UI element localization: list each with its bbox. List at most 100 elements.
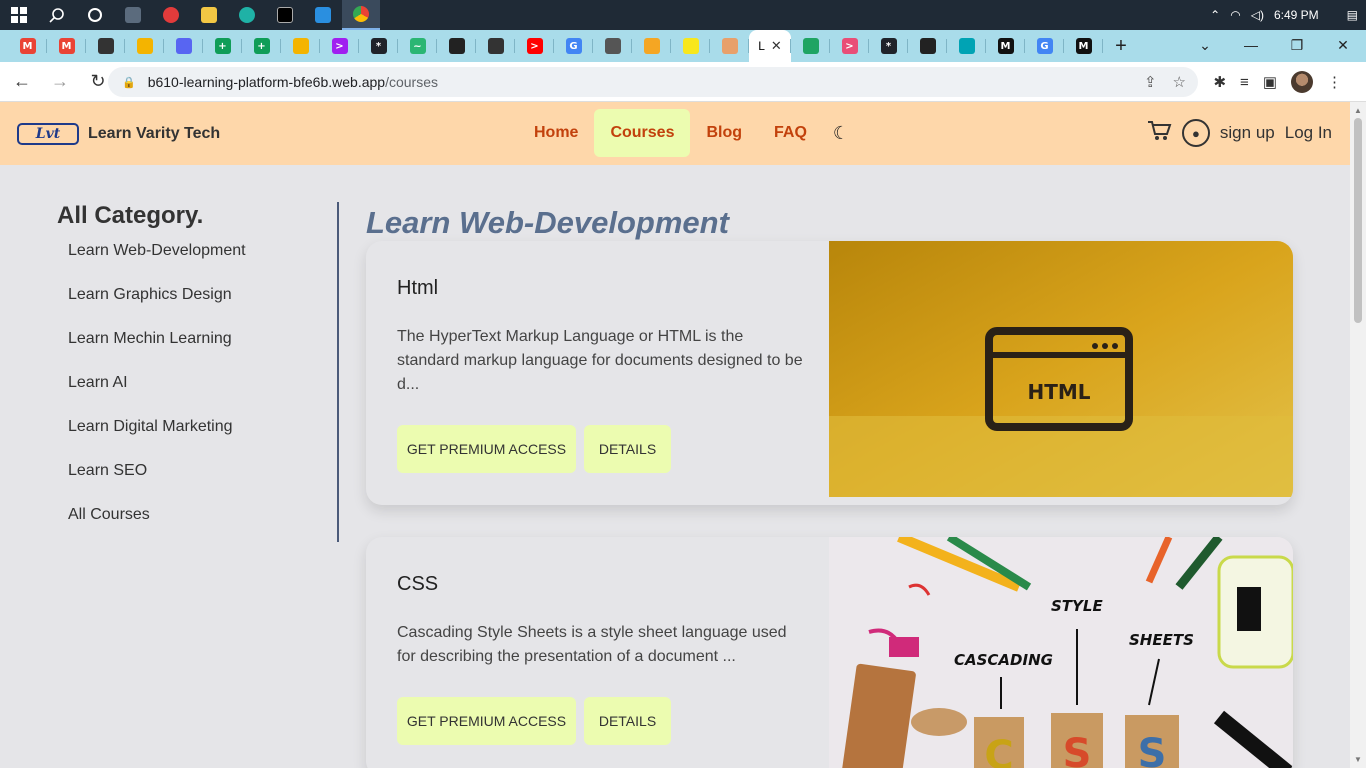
search-icon[interactable]: [38, 0, 76, 30]
windows-taskbar: ⌃ ◠ ◁) 6:49 PM ▤: [0, 0, 1366, 30]
terminal-icon[interactable]: [266, 0, 304, 30]
minimize-button[interactable]: —: [1228, 30, 1274, 60]
browser-tab[interactable]: [671, 30, 710, 62]
browser-tab[interactable]: M: [8, 30, 47, 62]
nav-blog-link[interactable]: Blog: [690, 109, 758, 157]
edge-icon[interactable]: [228, 0, 266, 30]
browser-tab[interactable]: G: [1025, 30, 1064, 62]
reading-list-icon[interactable]: ≡: [1240, 74, 1249, 91]
browser-tab[interactable]: [908, 30, 947, 62]
get-premium-access-button[interactable]: Get Premium Access: [397, 425, 576, 473]
brand-icon: [721, 38, 738, 54]
browser-tab[interactable]: G: [554, 30, 593, 62]
browser-tab[interactable]: +: [203, 30, 242, 62]
back-icon[interactable]: ←: [6, 66, 38, 98]
login-link[interactable]: Log In: [1285, 123, 1332, 143]
windows-start-icon[interactable]: [0, 0, 38, 30]
new-tab-button[interactable]: +: [1103, 30, 1139, 62]
cart-icon[interactable]: [1146, 118, 1172, 148]
section-title: Learn Web-Development: [366, 205, 729, 240]
profile-avatar[interactable]: [1291, 71, 1313, 93]
browser-tab[interactable]: [86, 30, 125, 62]
browser-tab[interactable]: *: [359, 30, 398, 62]
discord-icon: [175, 38, 192, 54]
bookmark-star-icon[interactable]: ☆: [1173, 73, 1186, 91]
browser-tab[interactable]: [947, 30, 986, 62]
extensions-icon[interactable]: ✱: [1213, 73, 1226, 91]
chrome-icon[interactable]: [342, 0, 380, 30]
category-ai[interactable]: Learn AI: [68, 372, 337, 416]
github-icon: [487, 38, 504, 54]
browser-tab[interactable]: [593, 30, 632, 62]
browser-tab-active[interactable]: L ✕: [749, 30, 791, 62]
medium-icon: M: [1075, 38, 1092, 54]
nav-faq-link[interactable]: FAQ: [758, 109, 823, 157]
file-explorer-icon[interactable]: [190, 0, 228, 30]
nav-courses-link[interactable]: Courses: [594, 109, 691, 157]
close-window-button[interactable]: ✕: [1320, 30, 1366, 60]
chevron-up-icon[interactable]: ⌃: [1210, 8, 1220, 22]
brand-name[interactable]: Learn Varity Tech: [88, 125, 220, 143]
menu-icon[interactable]: ⋮: [1327, 73, 1342, 91]
browser-tab[interactable]: ~: [398, 30, 437, 62]
browser-tab[interactable]: M: [1064, 30, 1103, 62]
category-digital-marketing[interactable]: Learn Digital Marketing: [68, 416, 337, 460]
category-graphics-design[interactable]: Learn Graphics Design: [68, 284, 337, 328]
browser-tab[interactable]: M: [986, 30, 1025, 62]
user-icon[interactable]: ●: [1181, 119, 1210, 147]
details-button[interactable]: Details: [584, 697, 671, 745]
wifi-icon[interactable]: ◠: [1230, 8, 1240, 22]
media-player-icon[interactable]: [152, 0, 190, 30]
dark-mode-toggle-icon[interactable]: ☾: [833, 123, 849, 144]
browser-tab[interactable]: [437, 30, 476, 62]
youtube-icon: >: [526, 38, 543, 54]
browser-tab[interactable]: [791, 30, 830, 62]
google-icon: G: [1036, 38, 1053, 54]
slides-icon: [292, 38, 309, 54]
scroll-up-icon[interactable]: ▲: [1354, 106, 1362, 115]
vscode-icon[interactable]: [304, 0, 342, 30]
category-web-development[interactable]: Learn Web-Development: [68, 240, 337, 284]
calculator-icon[interactable]: [114, 0, 152, 30]
signup-link[interactable]: sign up: [1220, 123, 1275, 143]
side-panel-icon[interactable]: ▣: [1263, 73, 1277, 91]
page-scrollbar[interactable]: ▲ ▼: [1350, 102, 1366, 768]
browser-tab[interactable]: >: [320, 30, 359, 62]
nav-home-link[interactable]: Home: [518, 109, 594, 157]
site-logo[interactable]: Lvt: [17, 123, 79, 145]
browser-tab[interactable]: *: [869, 30, 908, 62]
browser-tab[interactable]: [281, 30, 320, 62]
volume-icon[interactable]: ◁): [1251, 8, 1264, 22]
gmail-icon: M: [19, 38, 36, 54]
tab-search-icon[interactable]: ⌄: [1182, 30, 1228, 60]
gmail-icon: M: [58, 38, 75, 54]
browser-tab[interactable]: [632, 30, 671, 62]
lock-icon[interactable]: 🔒: [122, 76, 136, 89]
browser-tab[interactable]: [164, 30, 203, 62]
scroll-down-icon[interactable]: ▼: [1354, 755, 1362, 764]
category-all-courses[interactable]: All Courses: [68, 504, 337, 548]
browser-tab[interactable]: >: [515, 30, 554, 62]
browser-tab[interactable]: M: [47, 30, 86, 62]
url-domain: b610-learning-platform-bfe6b.web.app: [147, 74, 386, 90]
browser-tab[interactable]: [710, 30, 749, 62]
close-tab-icon[interactable]: ✕: [771, 38, 782, 54]
cortana-icon[interactable]: [76, 0, 114, 30]
forward-icon[interactable]: →: [44, 66, 76, 98]
restore-button[interactable]: ❐: [1274, 30, 1320, 60]
get-premium-access-button[interactable]: Get Premium Access: [397, 697, 576, 745]
details-button[interactable]: Details: [584, 425, 671, 473]
clock[interactable]: 6:49 PM: [1274, 8, 1319, 22]
browser-tab[interactable]: +: [242, 30, 281, 62]
notification-icon[interactable]: ▤: [1347, 8, 1358, 22]
css-image-word: SHEETS: [1129, 631, 1194, 649]
browser-tab[interactable]: [476, 30, 515, 62]
share-icon[interactable]: ⇪: [1144, 73, 1157, 91]
category-machine-learning[interactable]: Learn Mechin Learning: [68, 328, 337, 372]
browser-tab[interactable]: >: [830, 30, 869, 62]
site-header: Lvt Learn Varity Tech Home Courses Blog …: [0, 102, 1350, 165]
category-seo[interactable]: Learn SEO: [68, 460, 337, 504]
browser-tab[interactable]: [125, 30, 164, 62]
address-bar[interactable]: 🔒 b610-learning-platform-bfe6b.web.app/c…: [108, 67, 1198, 97]
scrollbar-thumb[interactable]: [1354, 118, 1362, 323]
